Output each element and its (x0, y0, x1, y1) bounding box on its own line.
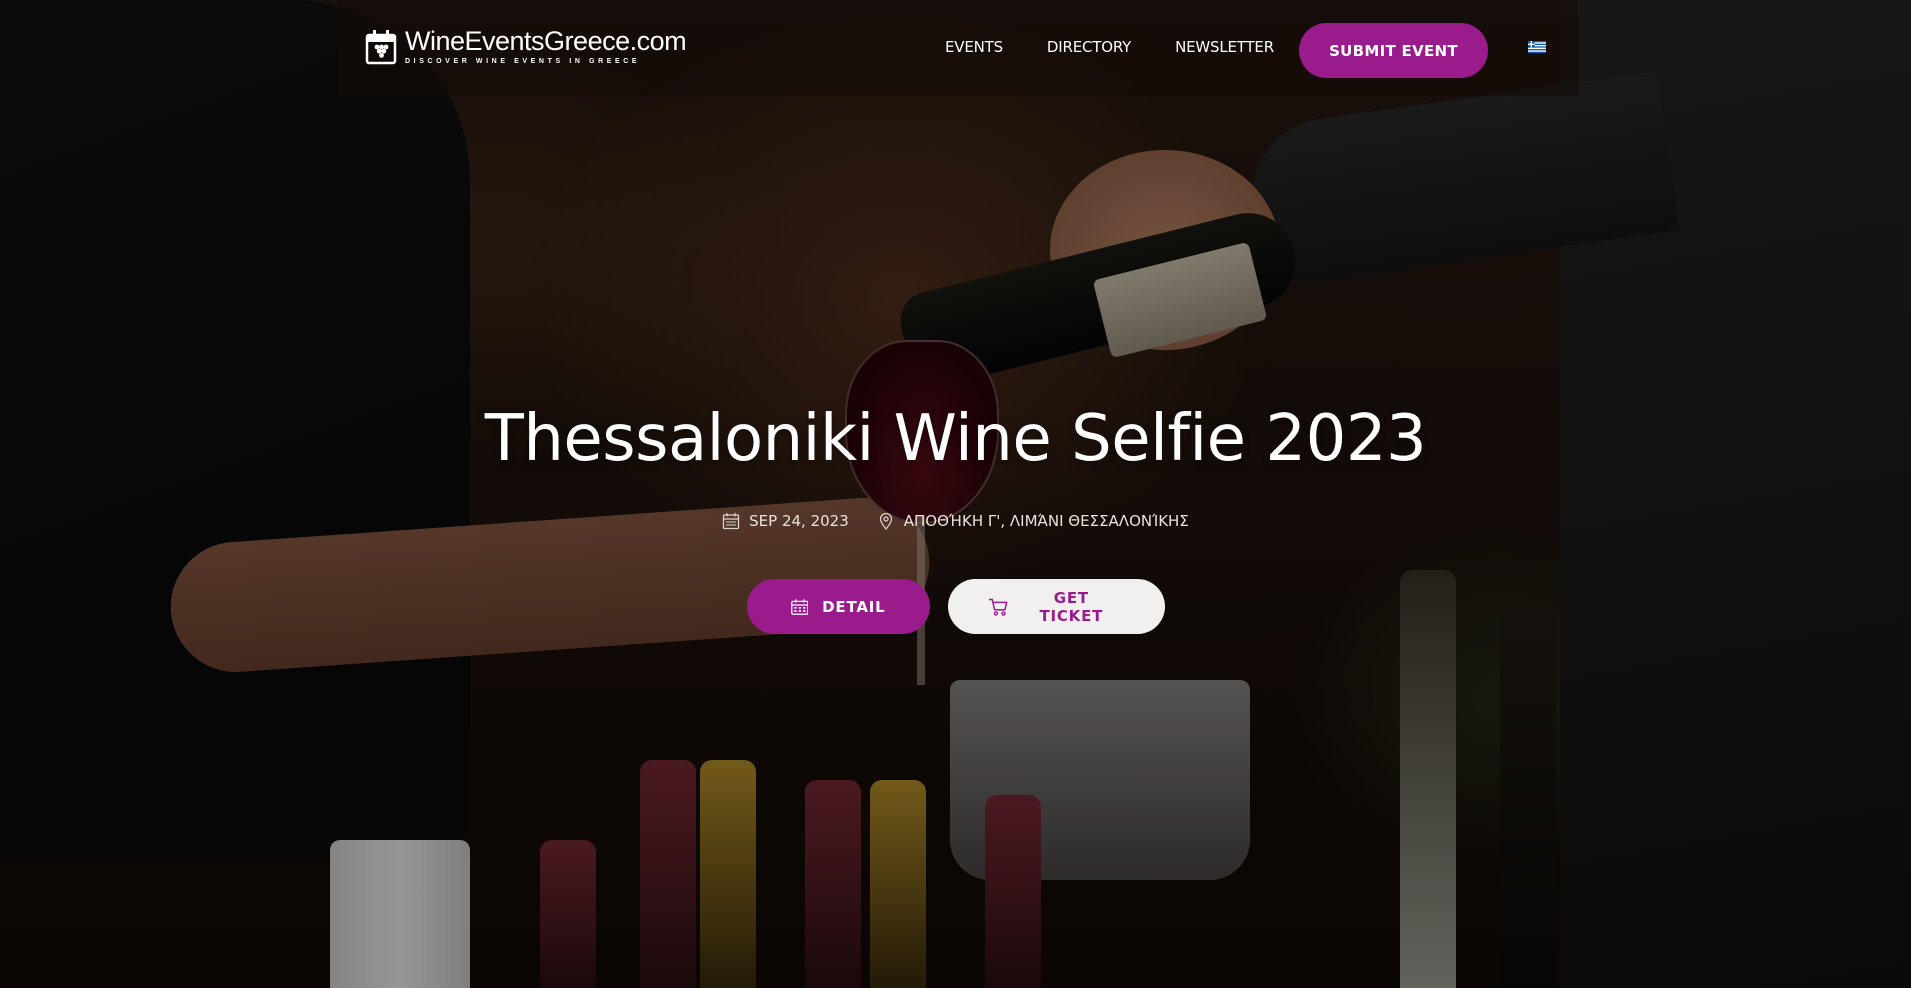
event-date-text: SEP 24, 2023 (749, 512, 849, 530)
submit-event-button[interactable]: SUBMIT EVENT (1299, 23, 1488, 78)
get-ticket-button-label: GET TICKET (1039, 588, 1104, 625)
greek-flag-icon[interactable] (1528, 41, 1546, 53)
event-date: SEP 24, 2023 (722, 512, 849, 530)
dark-overlay (0, 0, 1911, 988)
site-logo[interactable]: WineEventsGreece.com DISCOVER WINE EVENT… (365, 26, 687, 65)
main-nav: EVENTS DIRECTORY NEWSLETTER (945, 38, 1274, 56)
hero-actions: DETAIL GET TICKET (0, 579, 1911, 634)
calendar-icon (723, 513, 740, 530)
nav-item-newsletter[interactable]: NEWSLETTER (1175, 38, 1274, 56)
event-title: Thessaloniki Wine Selfie 2023 (484, 402, 1427, 476)
calendar-icon (790, 598, 809, 615)
get-ticket-button[interactable]: GET TICKET (947, 579, 1165, 634)
event-location-text: ΑΠΟΘΉΚΗ Γ', ΛΙΜΆΝΙ ΘΕΣΣΑΛΟΝΊΚΗΣ (903, 512, 1189, 530)
nav-item-directory[interactable]: DIRECTORY (1047, 38, 1131, 56)
event-meta: SEP 24, 2023 ΑΠΟΘΉΚΗ Γ', ΛΙΜΆΝΙ ΘΕΣΣΑΛΟΝ… (0, 512, 1911, 530)
detail-button[interactable]: DETAIL (746, 579, 930, 634)
cart-icon (988, 598, 1007, 616)
event-location: ΑΠΟΘΉΚΗ Γ', ΛΙΜΆΝΙ ΘΕΣΣΑΛΟΝΊΚΗΣ (877, 512, 1189, 530)
calendar-grape-logo-icon (365, 29, 397, 64)
nav-item-events[interactable]: EVENTS (945, 38, 1003, 56)
logo-tagline: DISCOVER WINE EVENTS IN GREECE (405, 58, 641, 65)
map-pin-icon (879, 512, 892, 530)
detail-button-label: DETAIL (822, 597, 886, 616)
logo-title: WineEventsGreece.com (405, 26, 687, 56)
